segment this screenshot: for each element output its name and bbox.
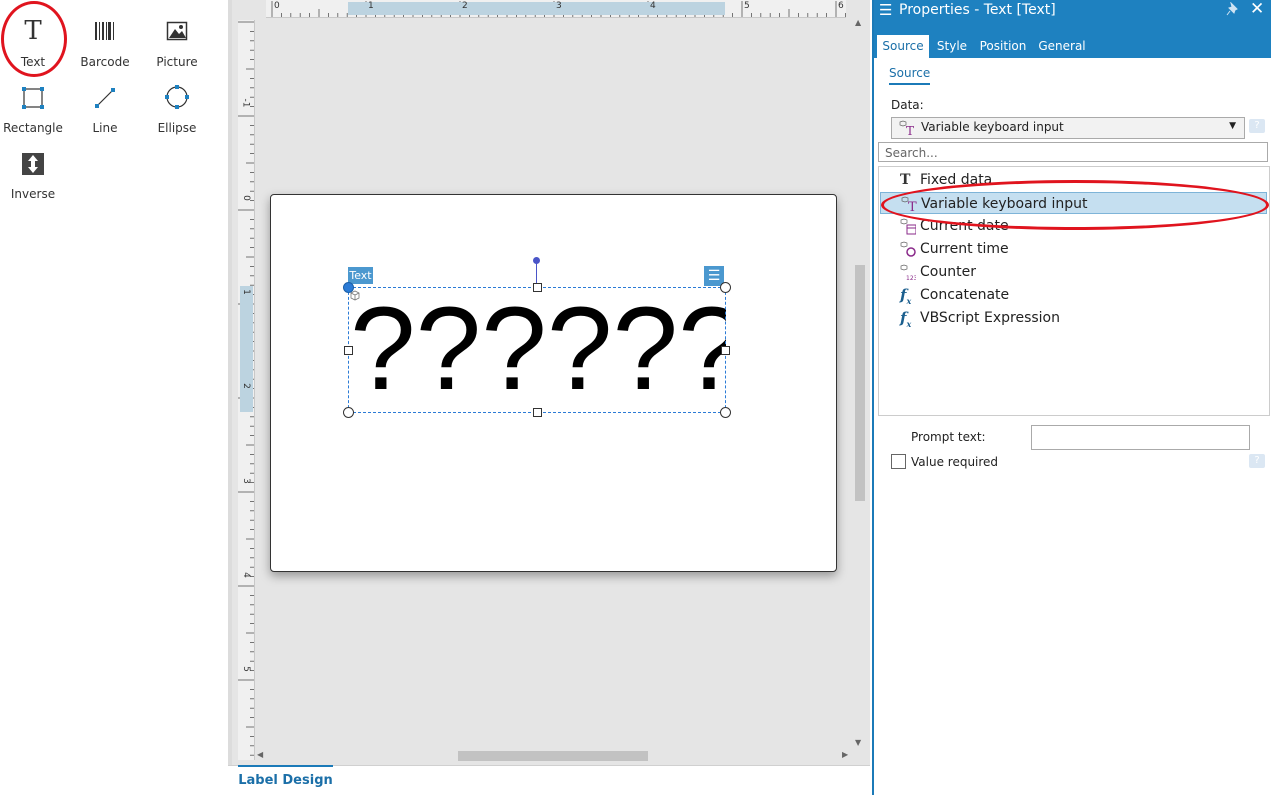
fixed-data-icon: T <box>900 172 911 188</box>
object-type-tag: Text <box>348 267 373 284</box>
properties-title: Properties - Text [Text] <box>899 2 1056 18</box>
resize-handle-left[interactable] <box>344 346 353 355</box>
resize-handle-bottom[interactable] <box>533 408 542 417</box>
tool-inverse[interactable]: Inverse <box>0 140 68 201</box>
list-item-label: VBScript Expression <box>920 310 1060 326</box>
tab-label-design[interactable]: Label Design <box>238 765 333 795</box>
tab-position[interactable]: Position <box>975 35 1031 58</box>
scroll-up-arrow-icon[interactable]: ▲ <box>855 18 861 27</box>
rotation-handle[interactable] <box>533 257 540 264</box>
barcode-icon <box>95 22 114 40</box>
list-item-label: Current time <box>920 241 1009 257</box>
list-item-counter[interactable]: 123 Counter <box>880 261 1267 283</box>
tab-style[interactable]: Style <box>932 35 972 58</box>
panel-splitter[interactable] <box>228 0 232 795</box>
tool-ellipse[interactable]: Ellipse <box>142 74 212 135</box>
tool-label: Ellipse <box>157 121 197 135</box>
help-icon[interactable]: ? <box>1249 454 1265 468</box>
tab-general[interactable]: General <box>1034 35 1090 58</box>
picture-icon <box>166 21 188 41</box>
svg-text:123: 123 <box>906 275 916 282</box>
counter-icon: 123 <box>900 264 916 282</box>
data-source-value: Variable keyboard input <box>921 120 1064 134</box>
inverse-icon <box>22 153 44 175</box>
tool-label: Barcode <box>80 55 130 69</box>
list-item-current-time[interactable]: Current time <box>880 238 1267 260</box>
function-icon: fx <box>900 286 912 306</box>
clock-icon <box>900 241 916 257</box>
selection-box[interactable] <box>348 287 726 413</box>
vertical-ruler-highlight <box>240 286 253 412</box>
data-label: Data: <box>891 98 924 112</box>
resize-handle-top-right[interactable] <box>720 282 731 293</box>
annotation-circle-text-tool <box>1 1 67 77</box>
horizontal-ruler-highlight <box>348 2 725 15</box>
scroll-left-arrow-icon[interactable]: ◀ <box>257 750 263 759</box>
chevron-down-icon[interactable]: ▼ <box>1229 121 1236 131</box>
help-icon[interactable]: ? <box>1249 119 1265 133</box>
rectangle-icon <box>22 87 44 109</box>
search-input[interactable]: Search... <box>878 142 1268 162</box>
prompt-text-label: Prompt text: <box>911 430 986 444</box>
data-source-select[interactable]: T Variable keyboard input ▼ <box>891 117 1245 139</box>
annotation-ellipse-selected-item <box>881 180 1269 230</box>
scroll-right-arrow-icon[interactable]: ▶ <box>842 750 848 759</box>
value-required-checkbox[interactable] <box>891 454 906 469</box>
tool-label: Rectangle <box>3 121 63 135</box>
list-item-concatenate[interactable]: fx Concatenate <box>880 284 1267 306</box>
tool-picture[interactable]: Picture <box>142 8 212 69</box>
tool-label: Inverse <box>10 187 56 201</box>
pin-icon[interactable] <box>1226 2 1240 16</box>
value-required-label: Value required <box>911 455 999 469</box>
function-icon: fx <box>900 309 912 329</box>
list-item-label: Counter <box>920 264 976 280</box>
scroll-down-arrow-icon[interactable]: ▼ <box>855 738 861 747</box>
tool-label: Picture <box>156 55 198 69</box>
resize-handle-bottom-left[interactable] <box>343 407 354 418</box>
svg-text:T: T <box>906 124 914 136</box>
tool-line[interactable]: Line <box>70 74 140 135</box>
close-icon[interactable]: ✕ <box>1250 0 1264 19</box>
vertical-scroll-thumb[interactable] <box>855 265 865 501</box>
prompt-text-field[interactable] <box>1031 425 1250 450</box>
tool-rectangle[interactable]: Rectangle <box>0 74 68 135</box>
tool-label: Line <box>92 121 118 135</box>
line-icon <box>95 88 115 108</box>
subtab-source[interactable]: Source <box>889 66 931 85</box>
ellipse-icon <box>165 85 189 109</box>
list-item-label: Concatenate <box>920 287 1010 303</box>
resize-handle-top[interactable] <box>533 283 542 292</box>
tool-barcode[interactable]: Barcode <box>70 8 140 69</box>
variable-source-icon <box>350 290 360 301</box>
tab-source[interactable]: Source <box>877 35 929 58</box>
horizontal-scroll-thumb[interactable] <box>458 751 648 761</box>
resize-handle-right[interactable] <box>721 346 730 355</box>
hamburger-menu-icon[interactable]: ☰ <box>879 1 892 19</box>
resize-handle-bottom-right[interactable] <box>720 407 731 418</box>
variable-icon: T <box>899 120 914 136</box>
toolbox-panel: T Text Barcode Picture Rectangle Line El… <box>0 0 228 795</box>
list-item-vbscript-expression[interactable]: fx VBScript Expression <box>880 307 1267 329</box>
